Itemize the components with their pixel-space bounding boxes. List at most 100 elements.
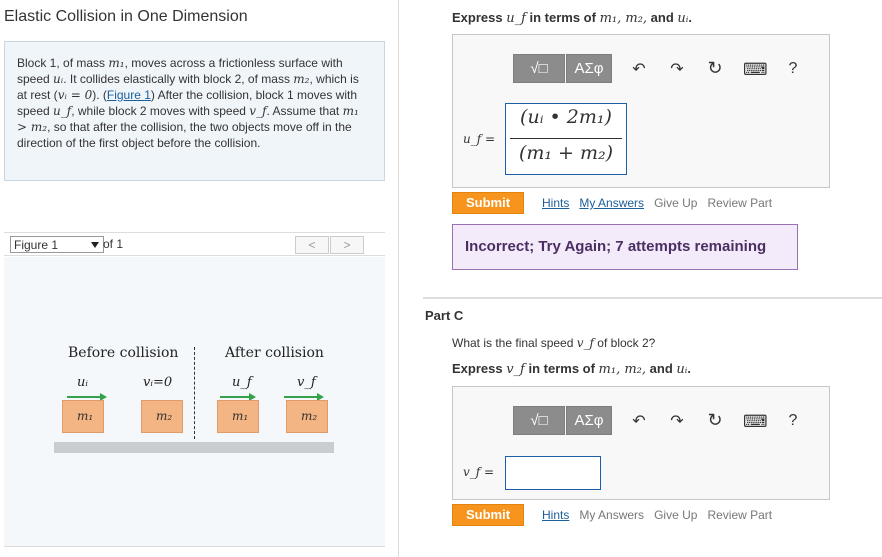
prompt-text: in terms of [524, 361, 599, 376]
figure-count: of 1 [103, 237, 124, 251]
part-b-prompt: Express u_f in terms of m₁, m₂, and uᵢ. [452, 10, 692, 26]
problem-statement: Block 1, of mass m₁, moves across a fric… [4, 41, 385, 181]
prompt-text: . [687, 361, 691, 376]
keyboard-icon[interactable]: ⌨ [743, 60, 768, 80]
figure-next-button[interactable]: > [330, 236, 364, 254]
block-2-after: m₂ [286, 400, 328, 433]
symbols-button[interactable]: ΑΣφ [566, 54, 612, 83]
math-uf: u_f [506, 11, 526, 26]
part-c-links: Hints My Answers Give Up Review Part [542, 508, 772, 522]
block-label: m₂ [156, 409, 173, 423]
figure-illustration: Before collision After collision uᵢ vᵢ=0… [4, 257, 385, 547]
fraction-bar [510, 138, 622, 139]
math-vf: v_f [506, 362, 525, 377]
answer-input[interactable] [505, 456, 601, 490]
math-vf: v_f [249, 104, 267, 118]
block-1-before: m₁ [62, 400, 104, 433]
prompt-text: in terms of [525, 10, 600, 25]
figure-link[interactable]: Figure 1 [107, 88, 151, 102]
feedback-incorrect: Incorrect; Try Again; 7 attempts remaini… [452, 224, 798, 270]
velocity-arrow [67, 393, 107, 401]
answer-label: v_f = [463, 465, 495, 479]
review-part-link[interactable]: Review Part [707, 196, 772, 210]
vi-label: vᵢ=0 [143, 375, 173, 390]
my-answers-link[interactable]: My Answers [579, 196, 644, 210]
math-m1: m₁ [108, 56, 125, 70]
figure-select-value: Figure 1 [14, 238, 59, 252]
fraction-numerator: (uᵢ • 2m₁) [520, 106, 612, 128]
ui-label: uᵢ [77, 375, 88, 390]
question-text: What is the final speed [452, 336, 577, 350]
section-divider [423, 297, 882, 299]
figure-prev-button[interactable]: < [295, 236, 329, 254]
divider-dashed-line [194, 347, 195, 439]
templates-button[interactable]: √□ [513, 406, 565, 435]
reset-icon[interactable]: ↻ [705, 58, 725, 79]
vf-label: v_f [297, 375, 316, 390]
math-vars: m₁, m₂, [598, 362, 647, 377]
velocity-arrow [220, 393, 256, 401]
prompt-text: Express [452, 10, 507, 25]
problem-text: ). ( [92, 88, 107, 102]
problem-text: . It collides elastically with block 2, … [63, 72, 294, 86]
fraction-denominator: (m₁ + m₂) [518, 142, 614, 164]
review-part-link[interactable]: Review Part [707, 508, 772, 522]
part-b-answer-panel: √□ ΑΣφ ↶ ↷ ↻ ⌨ ? u_f = (uᵢ • 2m₁) (m₁ + … [452, 34, 830, 188]
math-vars: m₁, m₂, [599, 11, 648, 26]
my-answers-link[interactable]: My Answers [579, 508, 644, 522]
problem-text: Block 1, of mass [17, 56, 109, 70]
problem-text: , while block 2 moves with speed [71, 104, 250, 118]
math-uf: u_f [53, 104, 72, 118]
math-ui: uᵢ [676, 362, 688, 377]
part-c-title: Part C [425, 308, 464, 323]
math-m2: m₂ [293, 72, 310, 86]
help-icon[interactable]: ? [783, 412, 803, 430]
templates-button[interactable]: √□ [513, 54, 565, 83]
help-icon[interactable]: ? [783, 60, 803, 78]
give-up-link[interactable]: Give Up [654, 508, 697, 522]
before-collision-label: Before collision [68, 345, 179, 361]
prompt-text: and [647, 10, 678, 25]
chevron-down-icon [91, 242, 99, 248]
submit-button[interactable]: Submit [452, 192, 524, 214]
page-title: Elastic Collision in One Dimension [4, 8, 248, 25]
figure-select[interactable]: Figure 1 [10, 236, 104, 253]
math-vi-eq: vᵢ = 0 [57, 88, 93, 102]
block-2-before: m₂ [141, 400, 183, 433]
redo-icon[interactable]: ↷ [667, 411, 687, 431]
part-b-links: Hints My Answers Give Up Review Part [542, 196, 772, 210]
prompt-text: and [646, 361, 677, 376]
prompt-text: Express [452, 361, 507, 376]
submit-button[interactable]: Submit [452, 504, 524, 526]
figure-navigation-bar: Figure 1 of 1 < > [4, 232, 385, 256]
block-label: m₂ [301, 409, 318, 423]
undo-icon[interactable]: ↶ [629, 59, 649, 79]
hints-link[interactable]: Hints [542, 508, 569, 522]
answer-input[interactable]: (uᵢ • 2m₁) (m₁ + m₂) [505, 103, 627, 175]
keyboard-icon[interactable]: ⌨ [743, 412, 768, 432]
after-collision-label: After collision [225, 345, 324, 361]
answer-label: u_f = [463, 132, 496, 146]
question-text: of block 2? [593, 336, 656, 350]
velocity-arrow [284, 393, 324, 401]
problem-text: , so that after the collision, the two o… [17, 120, 352, 150]
math-ui: uᵢ [53, 72, 64, 86]
math-vf: v_f [576, 336, 594, 350]
prompt-text: . [688, 10, 693, 25]
block-label: m₁ [232, 409, 249, 423]
math-ui: uᵢ [677, 11, 689, 26]
give-up-link[interactable]: Give Up [654, 196, 697, 210]
undo-icon[interactable]: ↶ [629, 411, 649, 431]
block-1-after: m₁ [217, 400, 259, 433]
redo-icon[interactable]: ↷ [667, 59, 687, 79]
frictionless-surface [54, 442, 334, 453]
symbols-button[interactable]: ΑΣφ [566, 406, 612, 435]
part-c-answer-panel: √□ ΑΣφ ↶ ↷ ↻ ⌨ ? v_f = [452, 386, 830, 500]
hints-link[interactable]: Hints [542, 196, 569, 210]
part-c-question: What is the final speed v_f of block 2? [452, 336, 655, 350]
problem-text: . Assume that [266, 104, 343, 118]
uf-label: u_f [232, 375, 252, 390]
reset-icon[interactable]: ↻ [705, 410, 725, 431]
part-c-prompt: Express v_f in terms of m₁, m₂, and uᵢ. [452, 361, 691, 377]
block-label: m₁ [77, 409, 94, 423]
